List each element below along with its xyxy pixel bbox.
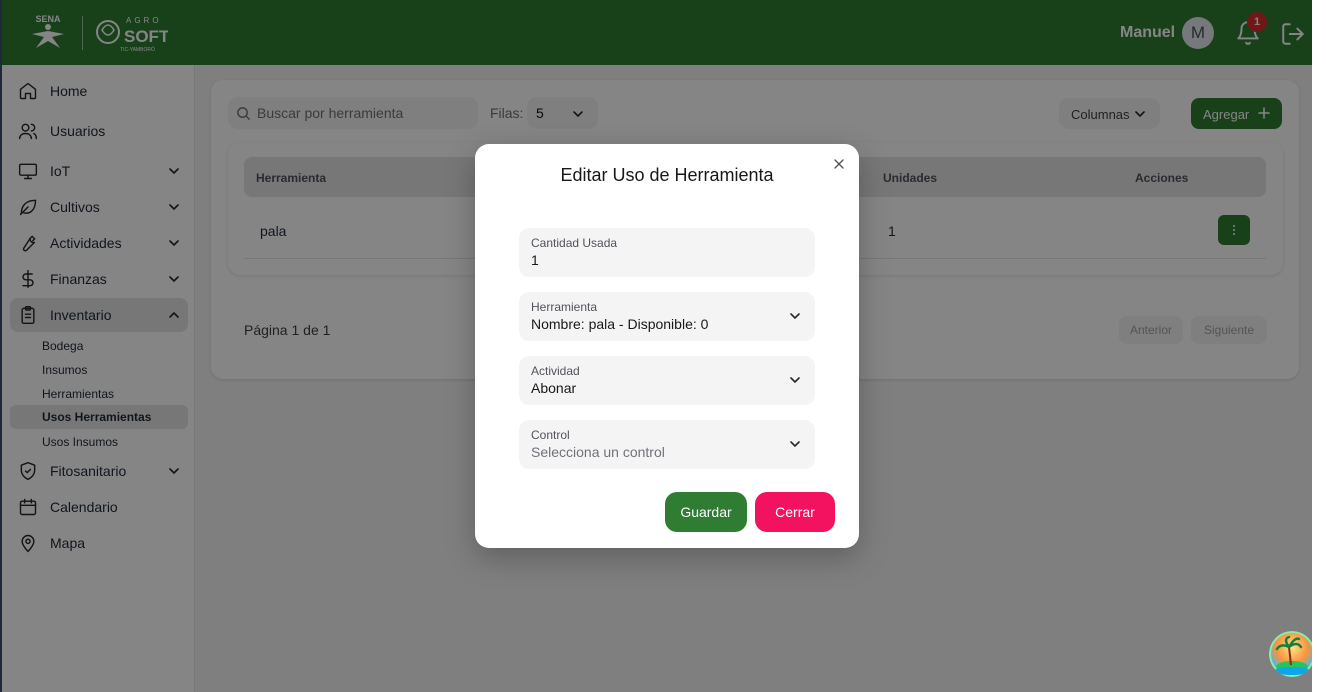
- edit-tool-usage-modal: Editar Uso de Herramienta Cantidad Usada…: [475, 144, 859, 548]
- control-select[interactable]: Control Selecciona un control: [519, 420, 815, 469]
- chevron-down-icon: [790, 377, 800, 384]
- field-placeholder: Selecciona un control: [531, 444, 665, 460]
- quantity-used-field[interactable]: Cantidad Usada 1: [519, 228, 815, 277]
- save-button[interactable]: Guardar: [665, 492, 747, 532]
- activity-select[interactable]: Actividad Abonar: [519, 356, 815, 405]
- cancel-button[interactable]: Cerrar: [755, 492, 835, 532]
- field-label: Actividad: [531, 364, 580, 378]
- close-icon[interactable]: [832, 157, 846, 171]
- field-label: Cantidad Usada: [531, 236, 618, 250]
- modal-title: Editar Uso de Herramienta: [560, 165, 774, 185]
- tool-select[interactable]: Herramienta Nombre: pala - Disponible: 0: [519, 292, 815, 341]
- app-root: SENA AGRO SOFT TIC-YAMBORÓ Manuel M 1 Ho…: [0, 0, 1315, 692]
- field-value: Abonar: [531, 380, 577, 396]
- chevron-down-icon: [790, 441, 800, 448]
- field-label: Control: [531, 428, 570, 442]
- field-value: 1: [531, 252, 539, 268]
- field-label: Herramienta: [531, 300, 598, 314]
- field-value: Nombre: pala - Disponible: 0: [531, 316, 709, 332]
- window-edge: [1312, 0, 1326, 692]
- chevron-down-icon: [790, 313, 800, 320]
- assistant-bot-icon[interactable]: [1269, 631, 1315, 677]
